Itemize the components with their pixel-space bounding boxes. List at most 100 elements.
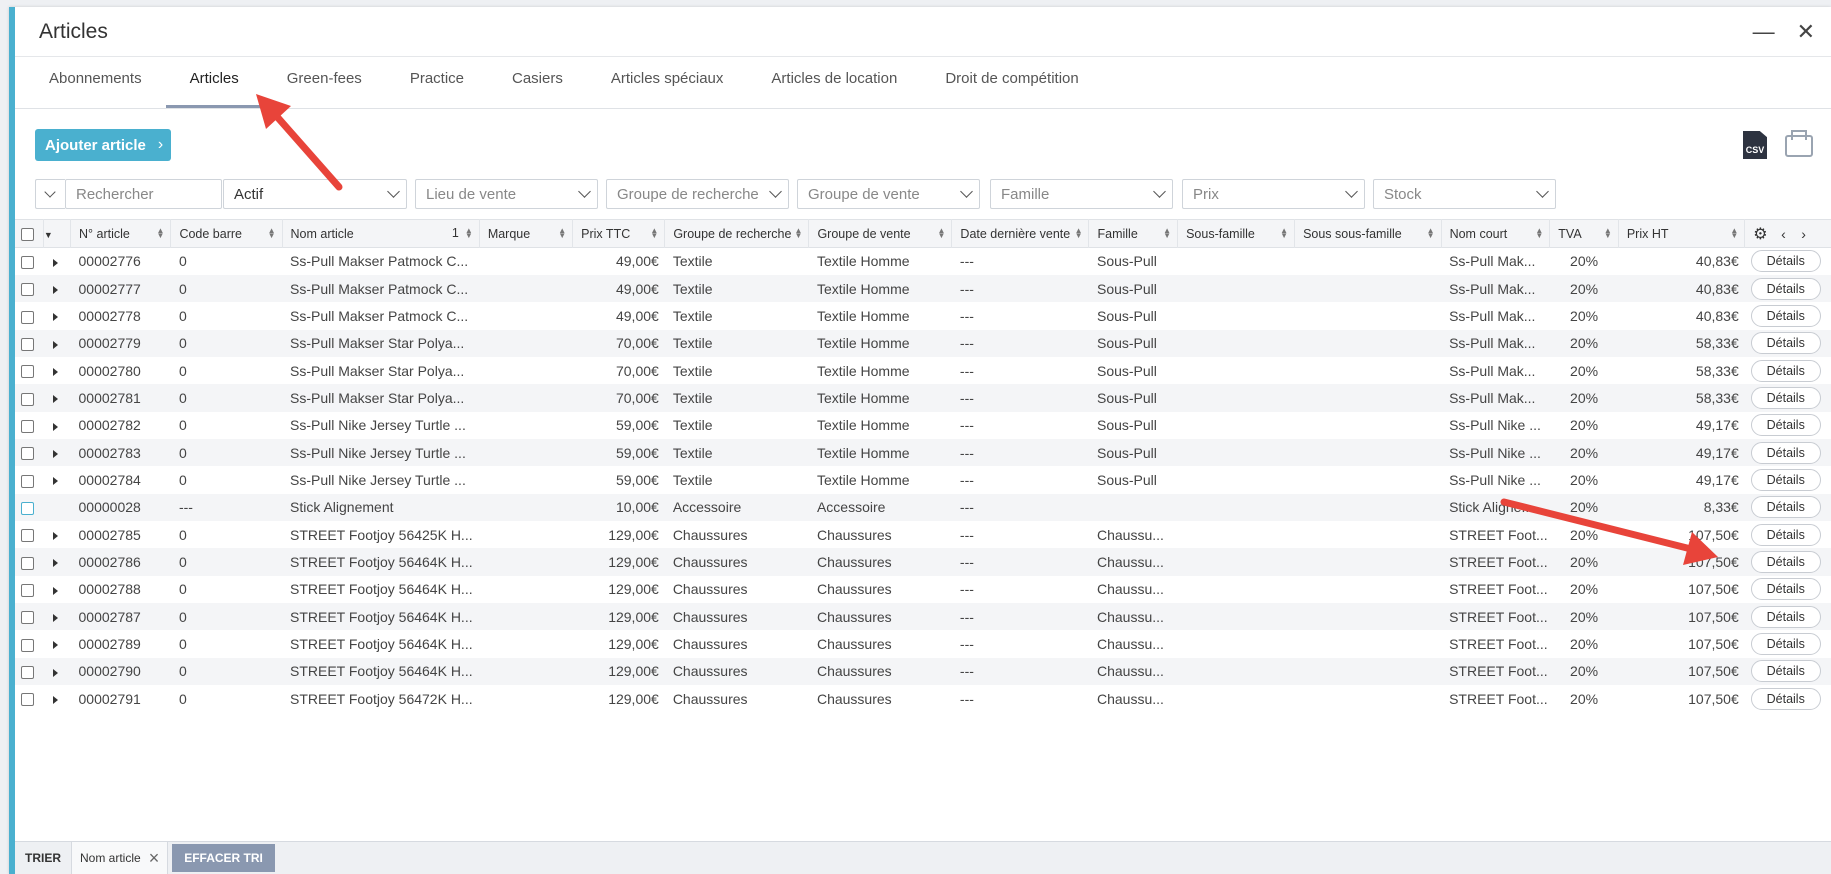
table-row[interactable]: 00002784 0 Ss-Pull Nike Jersey Turtle ... 5…: [15, 466, 1831, 493]
chevron-left-icon[interactable]: ‹: [1781, 226, 1786, 242]
tab-5[interactable]: Articles spéciaux: [611, 70, 724, 108]
details-button[interactable]: Détails: [1750, 523, 1821, 546]
print-icon[interactable]: [1785, 130, 1813, 157]
details-button[interactable]: Détails: [1750, 414, 1821, 437]
column-header[interactable]: Prix TTC ▲ ▼: [572, 219, 666, 248]
details-button[interactable]: Détails: [1750, 441, 1821, 464]
table-row[interactable]: 00000028 --- Stick Alignement 10,00€ Accesso…: [15, 493, 1831, 521]
chevron-right-icon[interactable]: ›: [1801, 226, 1806, 242]
groupe-recherche-filter[interactable]: Groupe de recherche: [606, 179, 789, 209]
column-header[interactable]: Prix HT ▲ ▼: [1618, 219, 1746, 248]
column-header[interactable]: Famille ▲ ▼: [1088, 219, 1179, 248]
table-row[interactable]: 00002782 0 Ss-Pull Nike Jersey Turtle ... 5…: [15, 412, 1831, 439]
details-button[interactable]: Détails: [1750, 578, 1821, 601]
expand-row-icon[interactable]: [53, 285, 59, 294]
expand-row-icon[interactable]: [53, 586, 59, 595]
details-button[interactable]: Détails: [1750, 386, 1821, 409]
column-header[interactable]: Sous sous-famille ▲ ▼: [1294, 219, 1442, 248]
column-header[interactable]: Nom court ▲ ▼: [1441, 219, 1551, 248]
expand-row-icon[interactable]: [53, 695, 59, 704]
column-header[interactable]: TVA ▲ ▼: [1549, 219, 1619, 248]
select-all-checkbox[interactable]: [21, 227, 34, 241]
status-filter[interactable]: Actif: [223, 179, 407, 209]
expand-row-icon[interactable]: [53, 395, 59, 404]
row-checkbox[interactable]: [21, 310, 34, 324]
column-header[interactable]: Nom article 1 ▲ ▼: [282, 219, 480, 248]
close-icon[interactable]: ✕: [1797, 20, 1815, 43]
expand-row-icon[interactable]: [53, 340, 59, 349]
lieu-vente-filter[interactable]: Lieu de vente: [415, 179, 598, 209]
column-header[interactable]: Groupe de recherche ▲ ▼: [664, 219, 810, 248]
table-row[interactable]: 00002776 0 Ss-Pull Makser Patmock C... 49,0…: [15, 248, 1831, 275]
search-mode-dropdown[interactable]: [35, 179, 65, 209]
table-row[interactable]: 00002791 0 STREET Footjoy 56472K H... 129,0…: [15, 685, 1831, 712]
gear-icon[interactable]: ⚙: [1753, 226, 1767, 243]
groupe-vente-filter[interactable]: Groupe de vente: [797, 179, 980, 209]
expand-row-icon[interactable]: [53, 449, 59, 458]
remove-sort-icon[interactable]: ×: [149, 848, 160, 869]
details-button[interactable]: Détails: [1750, 359, 1821, 382]
csv-export-icon[interactable]: CSV: [1743, 131, 1767, 159]
row-checkbox[interactable]: [21, 392, 34, 406]
row-checkbox[interactable]: [21, 556, 34, 570]
row-checkbox[interactable]: [21, 447, 34, 461]
table-row[interactable]: 00002789 0 STREET Footjoy 56464K H... 129,0…: [15, 630, 1831, 657]
table-row[interactable]: 00002780 0 Ss-Pull Makser Star Polya... 70,…: [15, 357, 1831, 384]
details-button[interactable]: Détails: [1750, 277, 1821, 300]
tab-3[interactable]: Practice: [410, 70, 464, 108]
table-row[interactable]: 00002785 0 STREET Footjoy 56425K H... 129,0…: [15, 521, 1831, 548]
column-header[interactable]: Marque ▲ ▼: [479, 219, 574, 248]
clear-sort-button[interactable]: EFFACER TRI: [172, 844, 275, 872]
column-header[interactable]: Date dernière vente ▲ ▼: [951, 219, 1090, 248]
expand-row-icon[interactable]: [53, 531, 59, 540]
table-row[interactable]: 00002787 0 STREET Footjoy 56464K H... 129,0…: [15, 602, 1831, 631]
table-row[interactable]: 00002781 0 Ss-Pull Makser Star Polya... 70,…: [15, 384, 1831, 412]
tab-7[interactable]: Droit de compétition: [945, 70, 1078, 108]
row-checkbox[interactable]: [21, 365, 34, 379]
table-row[interactable]: 00002788 0 STREET Footjoy 56464K H... 129,0…: [15, 576, 1831, 603]
details-button[interactable]: Détails: [1750, 496, 1821, 519]
expand-row-icon[interactable]: [53, 641, 59, 650]
tab-0[interactable]: Abonnements: [49, 70, 142, 108]
details-button[interactable]: Détails: [1750, 250, 1821, 273]
table-row[interactable]: 00002790 0 STREET Footjoy 56464K H... 129,0…: [15, 657, 1831, 685]
row-checkbox[interactable]: [21, 256, 34, 270]
row-checkbox[interactable]: [21, 611, 34, 625]
expand-row-icon[interactable]: [53, 559, 59, 568]
stock-filter[interactable]: Stock: [1373, 179, 1556, 209]
row-checkbox[interactable]: [21, 584, 34, 598]
column-header[interactable]: Code barre ▲ ▼: [170, 219, 283, 248]
details-button[interactable]: Détails: [1750, 468, 1821, 491]
column-header[interactable]: N° article ▲ ▼: [70, 219, 172, 248]
details-button[interactable]: Détails: [1750, 550, 1821, 573]
details-button[interactable]: Détails: [1750, 332, 1821, 355]
expand-row-icon[interactable]: [53, 313, 59, 322]
details-button[interactable]: Détails: [1750, 687, 1821, 710]
expand-row-icon[interactable]: [53, 613, 59, 622]
details-button[interactable]: Détails: [1750, 304, 1821, 327]
row-checkbox[interactable]: [21, 638, 34, 652]
details-button[interactable]: Détails: [1750, 632, 1821, 655]
expand-row-icon[interactable]: [53, 367, 59, 376]
tab-1[interactable]: Articles: [165, 70, 263, 108]
row-checkbox[interactable]: [21, 502, 34, 516]
table-row[interactable]: 00002779 0 Ss-Pull Makser Star Polya... 70,…: [15, 329, 1831, 357]
table-row[interactable]: 00002786 0 STREET Footjoy 56464K H... 129,0…: [15, 548, 1831, 576]
row-checkbox[interactable]: [21, 338, 34, 351]
tab-2[interactable]: Green-fees: [287, 70, 362, 108]
column-header[interactable]: Groupe de vente ▲ ▼: [808, 219, 953, 248]
row-checkbox[interactable]: [21, 420, 34, 434]
details-button[interactable]: Détails: [1750, 660, 1821, 683]
prix-filter[interactable]: Prix: [1182, 179, 1365, 209]
row-checkbox[interactable]: [21, 474, 34, 488]
details-button[interactable]: Détails: [1750, 605, 1821, 628]
table-row[interactable]: 00002777 0 Ss-Pull Makser Patmock C... 49,0…: [15, 274, 1831, 303]
table-row[interactable]: 00002778 0 Ss-Pull Makser Patmock C... 49,0…: [15, 302, 1831, 329]
select-menu-header[interactable]: ▼: [43, 219, 72, 248]
column-header[interactable]: Sous-famille ▲ ▼: [1177, 219, 1296, 248]
table-row[interactable]: 00002783 0 Ss-Pull Nike Jersey Turtle ... 5…: [15, 438, 1831, 467]
expand-row-icon[interactable]: [53, 477, 59, 486]
expand-row-icon[interactable]: [53, 668, 59, 677]
search-input[interactable]: Rechercher: [65, 179, 222, 209]
sort-chip[interactable]: Nom article ×: [72, 842, 169, 874]
